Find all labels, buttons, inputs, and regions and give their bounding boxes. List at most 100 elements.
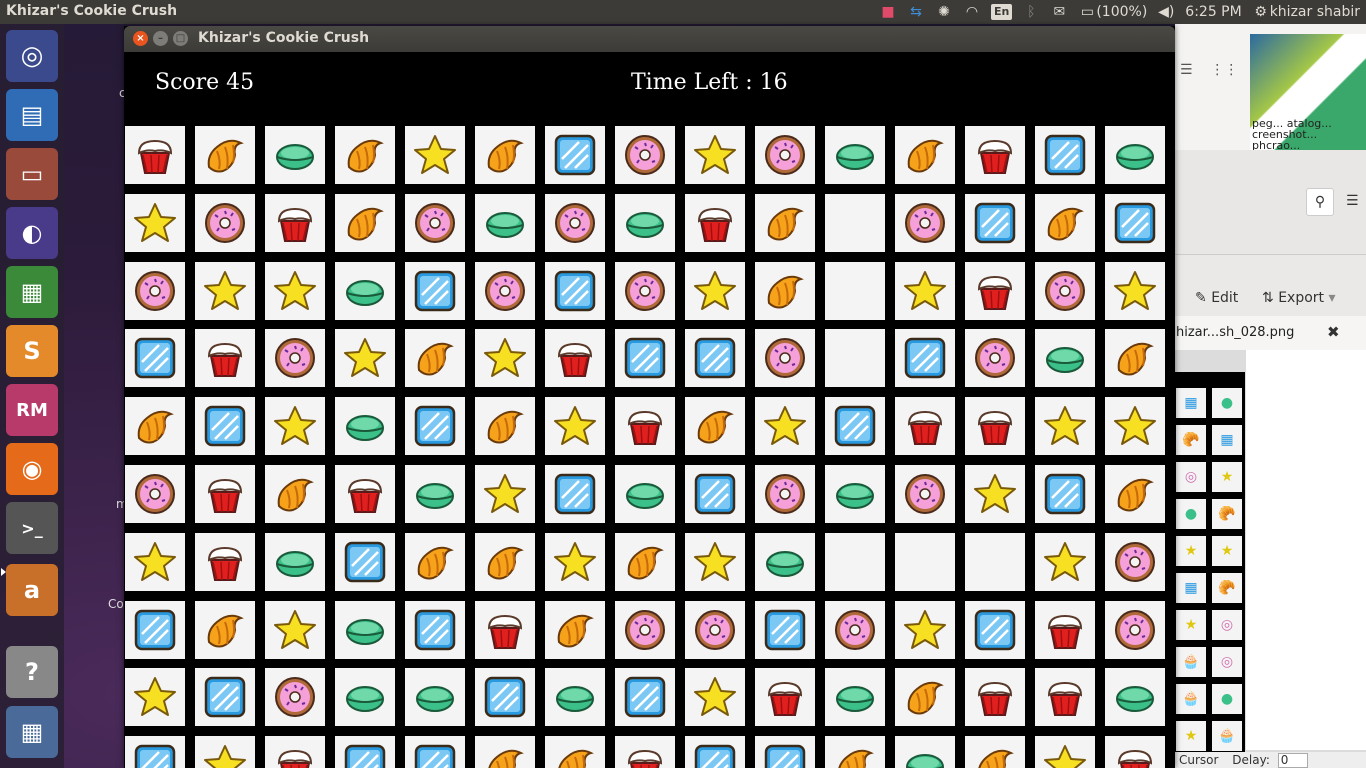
board-cell[interactable]	[825, 736, 885, 768]
board-cell[interactable]	[335, 329, 395, 388]
board-cell[interactable]	[825, 126, 885, 184]
board-cell[interactable]	[615, 736, 675, 768]
board-cell[interactable]	[335, 193, 395, 252]
board-cell[interactable]	[1105, 532, 1165, 591]
board-cell[interactable]	[895, 261, 955, 320]
board-cell[interactable]	[1105, 397, 1165, 456]
board-cell[interactable]	[265, 397, 325, 456]
board-cell[interactable]	[475, 329, 535, 388]
board-cell[interactable]	[195, 261, 255, 320]
board-cell[interactable]	[545, 600, 605, 659]
board-cell[interactable]	[405, 261, 465, 320]
keyboard-layout-indicator[interactable]: En	[990, 4, 1013, 20]
board-cell[interactable]	[965, 329, 1025, 388]
board-cell[interactable]	[475, 668, 535, 727]
board-cell[interactable]	[685, 397, 745, 456]
board-cell[interactable]	[965, 532, 1025, 591]
eclipse-icon[interactable]: ◐	[6, 207, 58, 259]
board-cell[interactable]	[965, 261, 1025, 320]
board-cell[interactable]	[615, 329, 675, 388]
board-cell[interactable]	[545, 193, 605, 252]
board-cell[interactable]	[405, 193, 465, 252]
battery-indicator[interactable]: ▭ (100%)	[1078, 3, 1148, 21]
board-cell[interactable]	[405, 329, 465, 388]
board-cell[interactable]	[545, 668, 605, 727]
board-cell[interactable]	[1035, 600, 1095, 659]
mail-icon[interactable]: ✉	[1050, 3, 1068, 21]
board-cell[interactable]	[965, 193, 1025, 252]
board-cell[interactable]	[125, 532, 185, 591]
board-cell[interactable]	[195, 329, 255, 388]
board-cell[interactable]	[895, 668, 955, 727]
board-cell[interactable]	[475, 261, 535, 320]
board-cell[interactable]	[615, 261, 675, 320]
board-cell[interactable]	[755, 668, 815, 727]
board-cell[interactable]	[265, 126, 325, 184]
board-cell[interactable]	[475, 126, 535, 184]
board-cell[interactable]	[615, 193, 675, 252]
board-cell[interactable]	[125, 261, 185, 320]
board-cell[interactable]	[265, 329, 325, 388]
minimize-window-button[interactable]: –	[153, 31, 168, 46]
board-cell[interactable]	[685, 600, 745, 659]
board-cell[interactable]	[755, 736, 815, 768]
board-cell[interactable]	[755, 193, 815, 252]
board-cell[interactable]	[1105, 736, 1165, 768]
board-cell[interactable]	[475, 736, 535, 768]
board-cell[interactable]	[125, 736, 185, 768]
sublime-icon[interactable]: S	[6, 325, 58, 377]
board-cell[interactable]	[335, 736, 395, 768]
board-cell[interactable]	[405, 736, 465, 768]
board-cell[interactable]	[265, 261, 325, 320]
board-cell[interactable]	[685, 465, 745, 523]
board-cell[interactable]	[825, 193, 885, 252]
rubymine-icon[interactable]: RM	[6, 384, 58, 436]
wifi-icon[interactable]: ◠	[963, 3, 981, 21]
board-cell[interactable]	[825, 329, 885, 388]
workspace-icon[interactable]: ▦	[6, 706, 58, 758]
board-cell[interactable]	[895, 126, 955, 184]
board-cell[interactable]	[125, 126, 185, 184]
file-manager-icon[interactable]: ▭	[6, 148, 58, 200]
board-cell[interactable]	[475, 600, 535, 659]
maximize-window-button[interactable]: □	[173, 31, 188, 46]
board-cell[interactable]	[755, 329, 815, 388]
board-cell[interactable]	[195, 736, 255, 768]
board-cell[interactable]	[195, 397, 255, 456]
board-cell[interactable]	[825, 397, 885, 456]
board-cell[interactable]	[685, 126, 745, 184]
board-cell[interactable]	[1035, 329, 1095, 388]
board-cell[interactable]	[615, 600, 675, 659]
ubuntu-icon[interactable]: ◎	[6, 30, 58, 82]
board-cell[interactable]	[545, 736, 605, 768]
close-window-button[interactable]: ×	[133, 31, 148, 46]
board-cell[interactable]	[405, 532, 465, 591]
export-button[interactable]: ⇅ Export ▾	[1262, 290, 1336, 306]
board-cell[interactable]	[335, 397, 395, 456]
board-cell[interactable]	[755, 465, 815, 523]
board-cell[interactable]	[755, 532, 815, 591]
board-cell[interactable]	[615, 465, 675, 523]
board-cell[interactable]	[685, 193, 745, 252]
board-cell[interactable]	[755, 600, 815, 659]
board-cell[interactable]	[1105, 193, 1165, 252]
board-cell[interactable]	[755, 261, 815, 320]
board-cell[interactable]	[125, 600, 185, 659]
board-cell[interactable]	[195, 600, 255, 659]
board-cell[interactable]	[615, 126, 675, 184]
board-cell[interactable]	[195, 668, 255, 727]
board-cell[interactable]	[965, 465, 1025, 523]
board-cell[interactable]	[195, 532, 255, 591]
board-cell[interactable]	[475, 193, 535, 252]
board-cell[interactable]	[125, 193, 185, 252]
search-icon[interactable]: ⚲	[1306, 188, 1334, 216]
board-cell[interactable]	[1105, 329, 1165, 388]
delay-input[interactable]: 0	[1277, 753, 1308, 768]
board-cell[interactable]	[545, 397, 605, 456]
board-cell[interactable]	[895, 397, 955, 456]
teamviewer-icon[interactable]: ⇆	[907, 3, 925, 21]
board-cell[interactable]	[265, 736, 325, 768]
volume-icon[interactable]: ◀)	[1157, 3, 1175, 21]
board-cell[interactable]	[335, 600, 395, 659]
board-cell[interactable]	[825, 465, 885, 523]
